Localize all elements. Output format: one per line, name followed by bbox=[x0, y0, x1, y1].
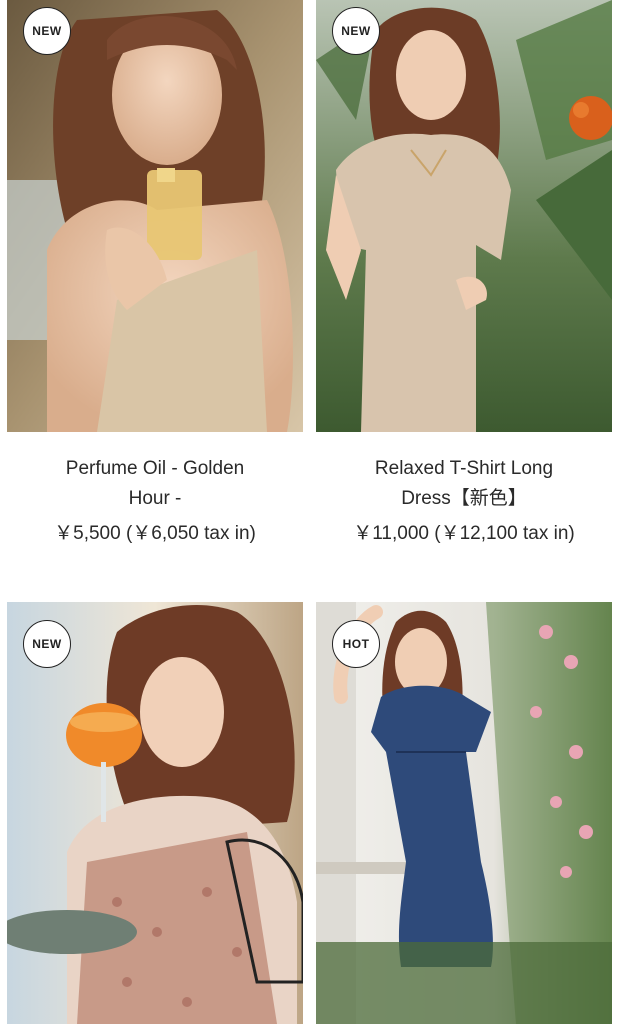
product-image[interactable]: NEW bbox=[316, 0, 612, 432]
product-card[interactable]: NEW Perfume Oil - Golden Hour - ￥5,500 (… bbox=[7, 0, 303, 548]
hot-badge: HOT bbox=[332, 620, 380, 668]
new-badge: NEW bbox=[23, 620, 71, 668]
product-name-line1: Perfume Oil - Golden bbox=[65, 458, 245, 479]
product-name[interactable]: Relaxed T-Shirt Long Dress【新色】 bbox=[328, 454, 600, 514]
new-badge: NEW bbox=[332, 7, 380, 55]
product-image[interactable]: HOT bbox=[316, 602, 612, 1024]
product-image[interactable]: NEW bbox=[7, 0, 303, 432]
product-card[interactable]: NEW bbox=[7, 602, 303, 1024]
product-photo-perfume bbox=[7, 0, 303, 432]
product-name-line2: Hour - bbox=[128, 488, 182, 509]
new-badge: NEW bbox=[23, 7, 71, 55]
product-image[interactable]: NEW bbox=[7, 602, 303, 1024]
product-card[interactable]: HOT bbox=[316, 602, 612, 1024]
product-card[interactable]: NEW Relaxed T-Shirt Long Dress【新色】 ￥11,0… bbox=[316, 0, 612, 548]
product-price: ￥11,000 (￥12,100 tax in) bbox=[353, 523, 575, 544]
product-price: ￥5,500 (￥6,050 tax in) bbox=[54, 523, 256, 544]
product-grid: NEW Perfume Oil - Golden Hour - ￥5,500 (… bbox=[0, 0, 619, 1024]
product-name-line1: Relaxed T-Shirt Long bbox=[374, 458, 554, 479]
product-name[interactable]: Perfume Oil - Golden Hour - bbox=[19, 454, 291, 514]
product-photo-tshirt-dress bbox=[316, 0, 612, 432]
product-name-line2: Dress【新色】 bbox=[401, 488, 527, 509]
